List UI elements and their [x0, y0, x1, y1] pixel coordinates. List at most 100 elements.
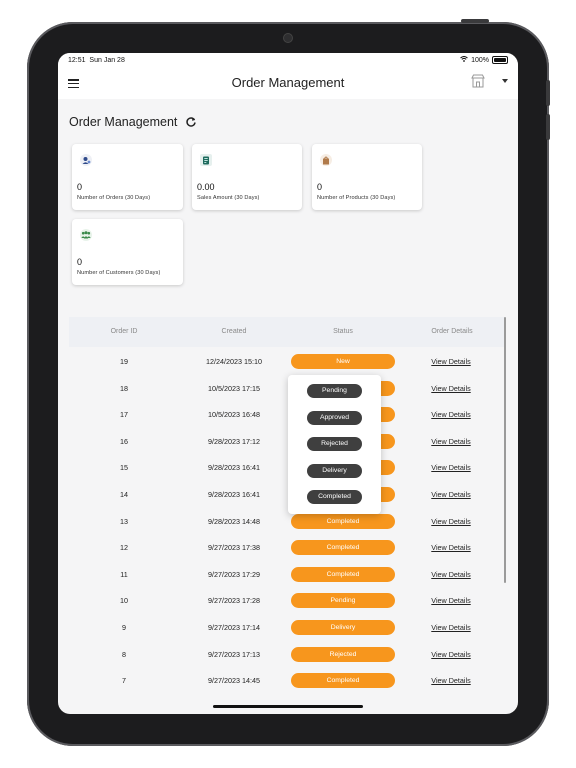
wifi-icon: [460, 56, 468, 64]
view-details-link[interactable]: View Details: [421, 437, 481, 446]
battery-percent: 100%: [471, 56, 489, 64]
order-id-cell: 19: [120, 357, 128, 366]
table-row: 8 9/27/2023 17:13 Rejected View Details: [69, 642, 505, 668]
order-id-cell: 8: [122, 649, 126, 659]
stat-card-customers: 0 Number of Customers (30 Days): [72, 219, 183, 285]
view-details-link[interactable]: View Details: [421, 623, 481, 632]
home-indicator: [213, 705, 363, 708]
screen: 12:51 Sun Jan 28 100% Order Management O…: [58, 53, 518, 714]
table-row: 9 9/27/2023 17:14 Delivery View Details: [69, 615, 505, 641]
created-cell: 9/27/2023 17:38: [208, 543, 260, 553]
order-id-cell: 15: [120, 463, 128, 473]
stat-card-orders: 0 Number of Orders (30 Days): [72, 144, 183, 210]
order-id-cell: 14: [120, 490, 128, 499]
table-header: Order ID Created Status Order Details: [69, 317, 505, 347]
view-details-link[interactable]: View Details: [421, 596, 481, 605]
created-cell: 9/27/2023 17:14: [208, 623, 260, 632]
table-row: 19 12/24/2023 15:10 New View Details: [69, 349, 505, 375]
created-cell: 10/5/2023 17:15: [208, 383, 260, 393]
status-pill[interactable]: Completed: [291, 540, 395, 556]
stat-label: Number of Customers (30 Days): [77, 270, 161, 276]
header-order-details: Order Details: [431, 328, 473, 335]
view-details-link[interactable]: View Details: [421, 570, 481, 579]
battery-icon: [492, 56, 508, 64]
app-title: Order Management: [231, 75, 345, 90]
header-created: Created: [221, 328, 247, 335]
status-pill[interactable]: Delivery: [291, 620, 395, 635]
stat-label: Number of Products (30 Days): [317, 195, 396, 201]
order-id-cell: 7: [122, 676, 126, 686]
header-status: Status: [333, 328, 353, 335]
status-bar: 12:51 Sun Jan 28 100%: [58, 53, 518, 69]
view-details-link[interactable]: View Details: [421, 410, 481, 419]
status-pill[interactable]: Completed: [291, 513, 395, 529]
status-pill[interactable]: Completed: [291, 673, 395, 689]
order-id-cell: 17: [120, 410, 128, 420]
view-details-link[interactable]: View Details: [421, 463, 481, 472]
stat-label: Sales Amount (30 Days): [197, 195, 260, 201]
caret-down-icon[interactable]: [502, 79, 508, 83]
volume-button: [546, 80, 550, 106]
status-right: 100%: [460, 56, 508, 64]
order-id-cell: 10: [120, 596, 128, 606]
view-details-link[interactable]: View Details: [421, 357, 481, 366]
camera: [283, 33, 293, 43]
view-details-link[interactable]: View Details: [421, 543, 481, 552]
refresh-icon[interactable]: [185, 116, 197, 128]
created-cell: 9/28/2023 14:48: [208, 516, 260, 526]
status-option-delivery[interactable]: Delivery: [307, 463, 362, 478]
sales-icon: [200, 154, 212, 166]
view-details-link[interactable]: View Details: [421, 650, 481, 659]
table-row: 10 9/27/2023 17:28 Pending View Details: [69, 588, 505, 614]
table-row: 16 9/28/2023 17:12 View Details: [69, 429, 505, 455]
table-row: 17 10/5/2023 16:48 View Details: [69, 402, 505, 428]
created-cell: 9/27/2023 14:45: [208, 676, 260, 686]
stat-card-products: 0 Number of Products (30 Days): [312, 144, 422, 210]
status-option-approved[interactable]: Approved: [307, 410, 362, 425]
created-cell: 10/5/2023 16:48: [208, 410, 260, 420]
stat-value: 0: [77, 257, 83, 267]
stat-value: 0: [317, 182, 323, 192]
stat-value: 0.00: [197, 182, 215, 192]
store-icon[interactable]: [471, 74, 485, 88]
table-row: 11 9/27/2023 17:29 Completed View Details: [69, 562, 505, 588]
order-id-cell: 9: [122, 623, 126, 632]
order-id-cell: 13: [120, 516, 128, 526]
view-details-link[interactable]: View Details: [421, 676, 481, 685]
order-id-cell: 12: [120, 543, 128, 553]
table-row: 13 9/28/2023 14:48 Completed View Details: [69, 509, 505, 535]
status-pill[interactable]: Pending: [291, 593, 395, 609]
order-id-cell: 11: [120, 569, 128, 579]
header-order-id: Order ID: [110, 328, 138, 335]
status-pill[interactable]: New: [291, 354, 395, 369]
stat-value: 0: [77, 182, 83, 192]
view-details-link[interactable]: View Details: [421, 517, 481, 526]
stat-label: Number of Orders (30 Days): [77, 195, 151, 201]
created-cell: 9/28/2023 16:41: [208, 463, 260, 473]
created-cell: 9/28/2023 17:12: [208, 436, 260, 446]
table-row: 15 9/28/2023 16:41 View Details: [69, 455, 505, 481]
table-row: 18 10/5/2023 17:15 View Details: [69, 376, 505, 402]
status-option-pending[interactable]: Pending: [307, 384, 362, 398]
power-button: [461, 19, 489, 23]
status-pill[interactable]: Completed: [291, 566, 395, 582]
created-cell: 9/27/2023 17:28: [208, 596, 260, 606]
customers-icon: [80, 229, 92, 241]
status-time: 12:51 Sun Jan 28: [68, 57, 125, 64]
order-id-cell: 16: [120, 436, 128, 446]
view-details-link[interactable]: View Details: [421, 490, 481, 499]
orders-icon: [80, 154, 92, 166]
view-details-link[interactable]: View Details: [421, 384, 481, 393]
volume-button-2: [546, 114, 550, 140]
status-dropdown-menu: Pending Approved Rejected Delivery Completed: [288, 375, 381, 514]
table-scrollbar[interactable]: [504, 317, 506, 583]
status-pill[interactable]: Rejected: [291, 646, 395, 662]
created-cell: 9/28/2023 16:41: [208, 490, 260, 499]
table-row: 7 9/27/2023 14:45 Completed View Details: [69, 668, 505, 694]
status-option-rejected[interactable]: Rejected: [307, 437, 362, 452]
order-id-cell: 18: [120, 383, 128, 393]
products-icon: [320, 154, 332, 166]
stat-card-sales: 0.00 Sales Amount (30 Days): [192, 144, 302, 210]
section-title: Order Management: [69, 115, 178, 129]
status-option-completed[interactable]: Completed: [307, 490, 362, 505]
